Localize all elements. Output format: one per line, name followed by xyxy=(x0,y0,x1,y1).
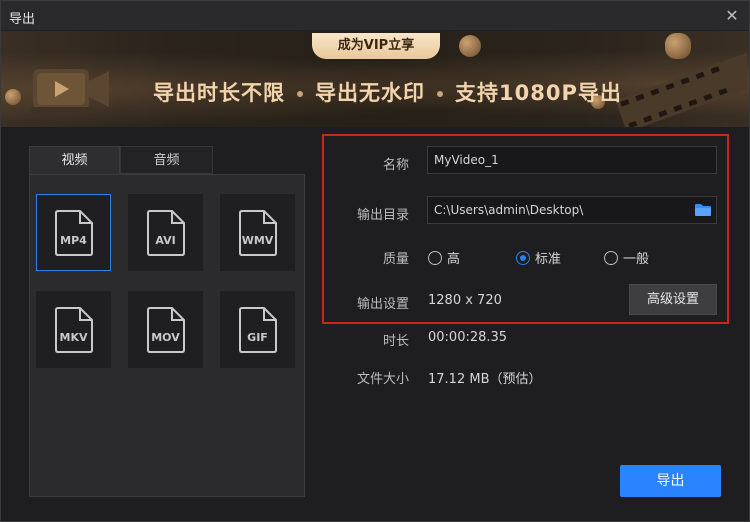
file-icon xyxy=(239,307,277,353)
duration-label: 时长 xyxy=(382,334,409,349)
coin-icon xyxy=(459,35,481,57)
export-dialog: 导出 ✕ 成为VIP立享 导出时长不限 导出无水印 支持1080P导出 视频 音… xyxy=(0,0,750,522)
separator-dot xyxy=(437,91,443,97)
output-dir-label: 输出目录 xyxy=(356,208,409,223)
quality-label: 质量 xyxy=(382,252,409,267)
radio-label: 一般 xyxy=(623,252,650,267)
feature-unlimited-duration: 导出时长不限 xyxy=(153,81,285,105)
output-dir-field[interactable]: C:\Users\admin\Desktop\ xyxy=(427,196,717,224)
output-dir-value: C:\Users\admin\Desktop\ xyxy=(434,203,584,217)
format-mov[interactable]: MOV xyxy=(128,291,203,368)
resolution-value: 1280 x 720 xyxy=(428,293,502,308)
file-icon xyxy=(147,307,185,353)
duration-value: 00:00:28.35 xyxy=(428,330,508,345)
radio-label: 标准 xyxy=(535,252,562,267)
coin-icon xyxy=(5,89,21,105)
film-strip-icon xyxy=(615,52,747,127)
feature-1080p: 支持1080P导出 xyxy=(455,81,622,105)
name-label: 名称 xyxy=(382,158,409,173)
radio-circle xyxy=(428,250,442,265)
quality-radio-normal[interactable]: 一般 xyxy=(604,248,649,267)
file-size-label: 文件大小 xyxy=(356,372,409,387)
window-title: 导出 xyxy=(9,12,36,27)
format-mp4[interactable]: MP4 xyxy=(36,194,111,271)
banner-slogan: 导出时长不限 导出无水印 支持1080P导出 xyxy=(153,77,622,107)
advanced-settings-button[interactable]: 高级设置 xyxy=(629,284,717,315)
name-field[interactable]: MyVideo_1 xyxy=(427,146,717,174)
export-button[interactable]: 导出 xyxy=(620,465,721,497)
quality-radio-high[interactable]: 高 xyxy=(428,248,460,267)
quality-radio-standard[interactable]: 标准 xyxy=(516,248,561,267)
file-icon xyxy=(55,307,93,353)
format-mkv[interactable]: MKV xyxy=(36,291,111,368)
title-bar: 导出 ✕ xyxy=(1,1,749,31)
tab-video[interactable]: 视频 xyxy=(29,146,120,174)
format-label: GIF xyxy=(247,331,268,344)
file-icon xyxy=(147,210,185,256)
format-gif[interactable]: GIF xyxy=(220,291,295,368)
format-avi[interactable]: AVI xyxy=(128,194,203,271)
format-label: MP4 xyxy=(60,234,87,247)
format-label: WMV xyxy=(241,234,274,247)
feature-no-watermark: 导出无水印 xyxy=(315,81,425,105)
file-icon xyxy=(55,210,93,256)
close-icon[interactable]: ✕ xyxy=(723,7,741,25)
radio-circle xyxy=(516,250,530,265)
vip-banner[interactable]: 成为VIP立享 导出时长不限 导出无水印 支持1080P导出 xyxy=(1,31,749,127)
file-icon xyxy=(239,210,277,256)
tab-audio[interactable]: 音频 xyxy=(120,146,213,174)
vip-pill[interactable]: 成为VIP立享 xyxy=(312,33,440,59)
separator-dot xyxy=(297,91,303,97)
output-settings-label: 输出设置 xyxy=(356,297,409,312)
radio-label: 高 xyxy=(447,252,461,267)
format-label: MKV xyxy=(59,331,88,344)
format-label: AVI xyxy=(155,234,176,247)
radio-circle xyxy=(604,250,618,265)
folder-icon[interactable] xyxy=(694,203,712,217)
format-grid: MP4 AVI WMV MKV MOV GIF xyxy=(29,174,305,497)
file-size-value: 17.12 MB（预估） xyxy=(428,372,542,387)
video-camera-icon xyxy=(31,69,109,113)
format-wmv[interactable]: WMV xyxy=(220,194,295,271)
format-label: MOV xyxy=(151,331,180,344)
